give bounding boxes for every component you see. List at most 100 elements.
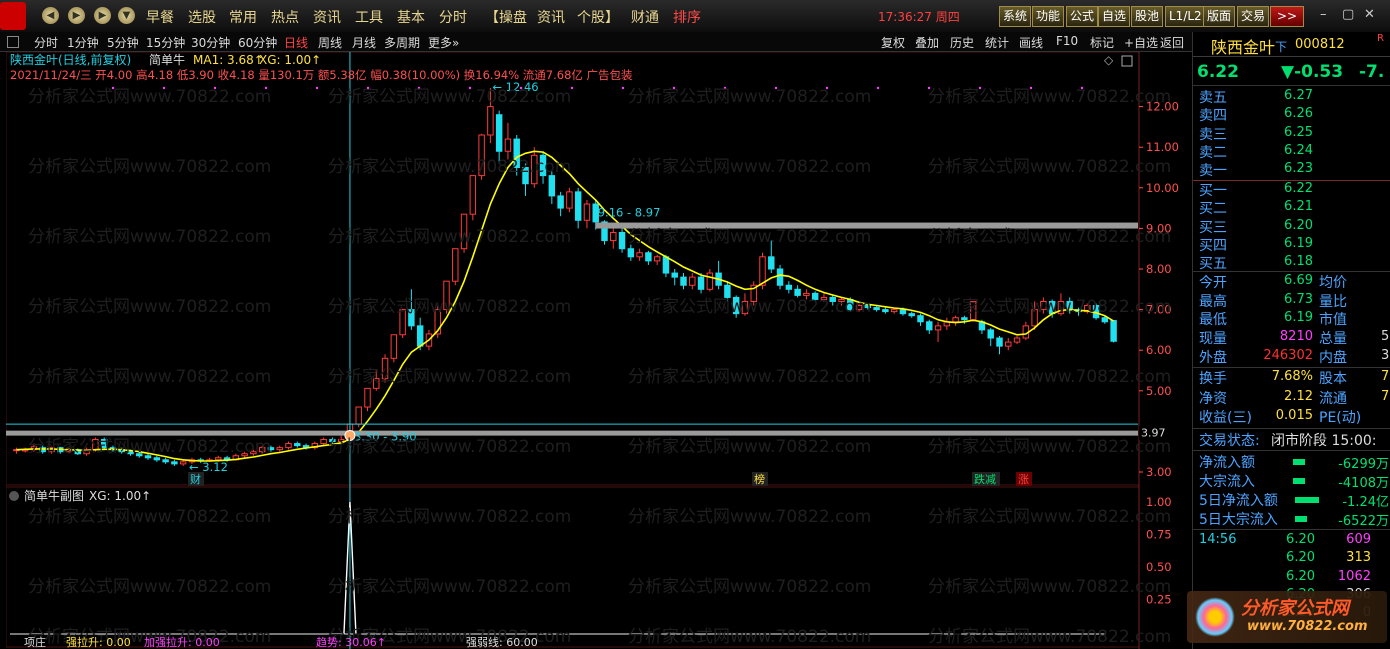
candle (803, 292, 810, 296)
tick-price: 6.20 (1286, 550, 1315, 566)
nav-button-3-icon[interactable]: ▼ (118, 7, 135, 24)
stat-value: 6.69 (1284, 273, 1313, 288)
menu-item-11[interactable]: 财通 (631, 7, 659, 27)
tool-button-2[interactable]: 历史 (950, 34, 974, 51)
candle (171, 461, 178, 465)
price-tick: 10.00 (1146, 181, 1179, 195)
menu-item-2[interactable]: 常用 (229, 7, 257, 27)
sub-collapse-icon[interactable] (9, 491, 19, 501)
trade-status-label: 交易状态: (1199, 433, 1260, 449)
sys-button-6[interactable]: 版面 (1203, 6, 1236, 27)
watermark-text: 分析家公式网www.70822.com (928, 367, 1171, 387)
sys-button-1[interactable]: 功能 (1032, 6, 1065, 27)
stat2-label-2: 流通 (1319, 390, 1347, 407)
event-tag[interactable]: 榜 (754, 472, 765, 486)
sub-legend-4: 强弱线: 60.00 (466, 635, 538, 649)
stat-value-2: 5 (1381, 329, 1390, 345)
sys-button-5[interactable]: L1/L2 (1165, 6, 1206, 27)
tool-button-8[interactable]: 返回 (1160, 34, 1184, 51)
candle (987, 329, 994, 339)
sys-button-0[interactable]: 系统 (999, 6, 1032, 27)
candle (794, 288, 801, 296)
bid-label: 买一 (1199, 183, 1227, 199)
maximize-icon[interactable]: ▢ (1342, 7, 1354, 22)
period-tab-10[interactable]: 更多» (428, 34, 459, 51)
watermark-text: 分析家公式网www.70822.com (628, 437, 871, 457)
watermark-text: 分析家公式网www.70822.com (328, 507, 571, 527)
last-price: 6.22 (1197, 62, 1239, 82)
period-tab-6[interactable]: 日线 (284, 34, 308, 51)
flow-value: -6522万 (1338, 514, 1389, 529)
stat-label: 最高 (1199, 293, 1227, 310)
tick-volume: 1062 (1337, 568, 1371, 584)
event-tag[interactable]: 涨 (1018, 473, 1029, 486)
menu-item-1[interactable]: 选股 (188, 7, 216, 27)
stat2-value-2: 7 (1381, 388, 1390, 404)
watermark-text: 分析家公式网www.70822.com (28, 507, 271, 527)
candle (487, 106, 494, 136)
menu-item-9[interactable]: 资讯 (537, 7, 565, 27)
panel-toggle-icon[interactable] (7, 36, 19, 48)
period-tab-3[interactable]: 15分钟 (146, 34, 185, 51)
tool-button-0[interactable]: 复权 (881, 34, 905, 51)
menu-item-7[interactable]: 分时 (439, 7, 467, 27)
nav-button-2-icon[interactable]: ▶ (94, 7, 111, 24)
period-tab-1[interactable]: 1分钟 (67, 34, 99, 51)
menu-item-6[interactable]: 基本 (397, 7, 425, 27)
tool-button-4[interactable]: 画线 (1019, 34, 1043, 51)
candle (917, 315, 924, 323)
sys-button-2[interactable]: 公式 (1066, 6, 1099, 27)
period-tab-8[interactable]: 月线 (352, 34, 376, 51)
nav-button-0-icon[interactable]: ◀ (42, 7, 59, 24)
candle (495, 114, 503, 152)
candle (934, 325, 942, 331)
candle (697, 276, 705, 290)
tool-button-1[interactable]: 叠加 (915, 34, 939, 51)
stat-label-2: 市值 (1319, 312, 1347, 329)
sub-tick: 0.25 (1146, 593, 1172, 607)
tool-button-3[interactable]: 统计 (985, 34, 1009, 51)
candle (610, 231, 617, 242)
diamond-icon[interactable]: ◇ (1104, 53, 1114, 67)
watermark-text: 分析家公式网www.70822.com (628, 87, 871, 107)
tool-button-6[interactable]: 标记 (1090, 34, 1114, 51)
watermark-text: 分析家公式网www.70822.com (928, 87, 1171, 107)
menu-item-3[interactable]: 热点 (271, 7, 299, 27)
event-tag[interactable]: 财 (190, 472, 201, 486)
event-tag[interactable]: 跌减 (974, 472, 996, 486)
trade-status-value: 闭市阶段 15:00: (1271, 433, 1377, 449)
watermark-text: 分析家公式网www.70822.com (328, 577, 571, 597)
menu-item-0[interactable]: 早餐 (146, 7, 174, 27)
menu-item-10[interactable]: 个股】 (577, 7, 619, 27)
sys-button-3[interactable]: 自选 (1098, 6, 1131, 27)
candle (364, 387, 371, 408)
menu-item-12[interactable]: 排序 (673, 7, 701, 27)
support-band (6, 430, 1138, 436)
site-logo: 分析家公式网 www.70822.com (1187, 591, 1387, 643)
price-tick: 8.00 (1146, 262, 1172, 276)
nav-button-1-icon[interactable]: ▶ (68, 7, 85, 24)
tool-button-7[interactable]: +自选 (1124, 34, 1158, 51)
sys-button-7[interactable]: 交易 (1237, 6, 1270, 27)
watermark-text: 分析家公式网www.70822.com (928, 297, 1171, 317)
tool-button-5[interactable]: F10 (1056, 34, 1078, 48)
period-tab-4[interactable]: 30分钟 (191, 34, 230, 51)
period-tab-7[interactable]: 周线 (318, 34, 342, 51)
stat-value: 246302 (1263, 347, 1313, 363)
menu-item-4[interactable]: 资讯 (313, 7, 341, 27)
sys-button-8[interactable]: >> (1270, 6, 1304, 27)
ask-price: 6.23 (1284, 161, 1313, 177)
period-tab-0[interactable]: 分时 (34, 34, 58, 51)
stat-label-2: 内盘 (1319, 349, 1347, 366)
period-tab-9[interactable]: 多周期 (384, 34, 420, 51)
menu-item-8[interactable]: 【操盘 (485, 7, 527, 27)
menu-item-5[interactable]: 工具 (355, 7, 383, 27)
watermark-text: 分析家公式网www.70822.com (28, 367, 271, 387)
minimize-icon[interactable]: – (1320, 7, 1327, 22)
period-tab-2[interactable]: 5分钟 (107, 34, 139, 51)
r-flag: R (1377, 33, 1384, 44)
kline-chart[interactable]: 陕西金叶(日线,前复权) 简单牛 MA1: 3.68↑XG: 1.00↑2021/1… (6, 52, 1192, 649)
period-tab-5[interactable]: 60分钟 (238, 34, 277, 51)
sys-button-4[interactable]: 股池 (1131, 6, 1164, 27)
close-icon[interactable]: ✕ (1364, 7, 1375, 22)
